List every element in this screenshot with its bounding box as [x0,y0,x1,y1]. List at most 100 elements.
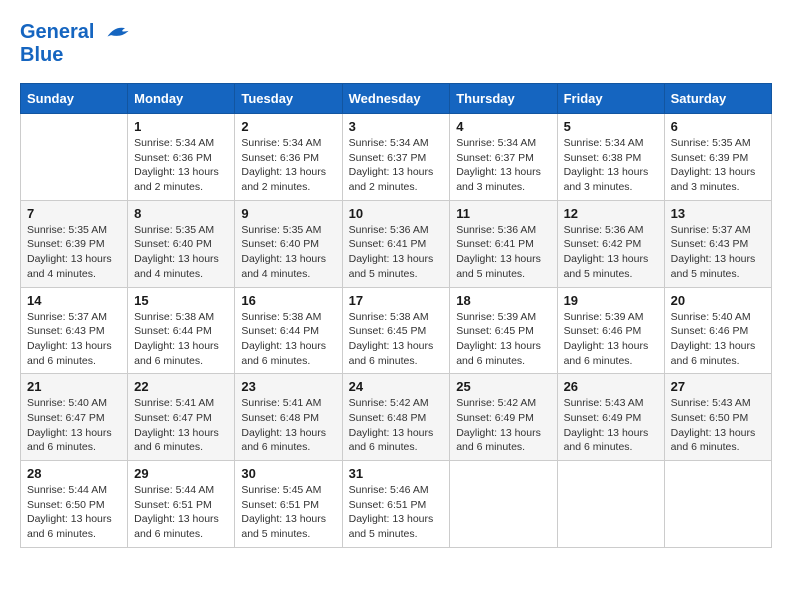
logo: General Blue [20,20,132,67]
col-header-monday: Monday [128,84,235,114]
col-header-saturday: Saturday [664,84,771,114]
day-info: Sunrise: 5:41 AMSunset: 6:48 PMDaylight:… [241,396,335,455]
day-number: 14 [27,293,121,308]
day-info: Sunrise: 5:40 AMSunset: 6:47 PMDaylight:… [27,396,121,455]
day-info: Sunrise: 5:38 AMSunset: 6:44 PMDaylight:… [241,310,335,369]
day-info: Sunrise: 5:36 AMSunset: 6:41 PMDaylight:… [349,223,444,282]
day-number: 19 [564,293,658,308]
day-cell: 6 Sunrise: 5:35 AMSunset: 6:39 PMDaylight… [664,114,771,201]
day-cell: 3Sunrise: 5:34 AMSunset: 6:37 PMDaylight… [342,114,450,201]
day-number: 8 [134,206,228,221]
day-cell: 24 Sunrise: 5:42 AMSunset: 6:48 PMDayligh… [342,374,450,461]
day-number: 11 [456,206,550,221]
day-cell: 11 Sunrise: 5:36 AMSunset: 6:41 PMDayligh… [450,200,557,287]
day-info: Sunrise: 5:36 AMSunset: 6:41 PMDaylight:… [456,223,550,282]
calendar-table: SundayMondayTuesdayWednesdayThursdayFrid… [20,83,772,548]
day-cell [557,461,664,548]
day-number: 15 [134,293,228,308]
day-info: Sunrise: 5:39 AMSunset: 6:46 PMDaylight:… [564,310,658,369]
day-info: Sunrise: 5:34 AMSunset: 6:37 PMDaylight:… [456,136,550,195]
day-cell: 30 Sunrise: 5:45 AMSunset: 6:51 PMDayligh… [235,461,342,548]
page-header: General Blue [20,20,772,67]
day-number: 29 [134,466,228,481]
day-info: Sunrise: 5:43 AMSunset: 6:49 PMDaylight:… [564,396,658,455]
day-number: 28 [27,466,121,481]
day-cell: 22 Sunrise: 5:41 AMSunset: 6:47 PMDayligh… [128,374,235,461]
day-cell: 25 Sunrise: 5:42 AMSunset: 6:49 PMDayligh… [450,374,557,461]
logo-bird-icon [104,22,132,44]
day-info: Sunrise: 5:35 AMSunset: 6:40 PMDaylight:… [241,223,335,282]
day-cell: 16 Sunrise: 5:38 AMSunset: 6:44 PMDayligh… [235,287,342,374]
day-info: Sunrise: 5:36 AMSunset: 6:42 PMDaylight:… [564,223,658,282]
day-cell: 4 Sunrise: 5:34 AMSunset: 6:37 PMDaylight… [450,114,557,201]
day-number: 7 [27,206,121,221]
day-cell: 12 Sunrise: 5:36 AMSunset: 6:42 PMDayligh… [557,200,664,287]
day-info: Sunrise: 5:40 AMSunset: 6:46 PMDaylight:… [671,310,765,369]
day-cell: 10 Sunrise: 5:36 AMSunset: 6:41 PMDayligh… [342,200,450,287]
day-number: 2 [241,119,335,134]
day-cell: 29Sunrise: 5:44 AMSunset: 6:51 PMDayligh… [128,461,235,548]
day-number: 22 [134,379,228,394]
day-cell: 14 Sunrise: 5:37 AMSunset: 6:43 PMDayligh… [21,287,128,374]
day-cell: 18Sunrise: 5:39 AMSunset: 6:45 PMDayligh… [450,287,557,374]
logo-blue: Blue [20,44,132,67]
day-cell [450,461,557,548]
day-info: Sunrise: 5:39 AMSunset: 6:45 PMDaylight:… [456,310,550,369]
calendar-header-row: SundayMondayTuesdayWednesdayThursdayFrid… [21,84,772,114]
day-info: Sunrise: 5:37 AMSunset: 6:43 PMDaylight:… [671,223,765,282]
day-info: Sunrise: 5:35 AMSunset: 6:40 PMDaylight:… [134,223,228,282]
day-number: 4 [456,119,550,134]
day-number: 12 [564,206,658,221]
day-cell: 5Sunrise: 5:34 AMSunset: 6:38 PMDaylight… [557,114,664,201]
col-header-friday: Friday [557,84,664,114]
logo-text: General [20,20,132,44]
day-info: Sunrise: 5:34 AMSunset: 6:36 PMDaylight:… [134,136,228,195]
day-number: 23 [241,379,335,394]
day-cell [664,461,771,548]
day-cell: 26 Sunrise: 5:43 AMSunset: 6:49 PMDayligh… [557,374,664,461]
day-number: 16 [241,293,335,308]
day-cell: 13 Sunrise: 5:37 AMSunset: 6:43 PMDayligh… [664,200,771,287]
day-info: Sunrise: 5:42 AMSunset: 6:49 PMDaylight:… [456,396,550,455]
day-info: Sunrise: 5:35 AMSunset: 6:39 PMDaylight:… [671,136,765,195]
day-number: 25 [456,379,550,394]
day-cell: 2 Sunrise: 5:34 AMSunset: 6:36 PMDaylight… [235,114,342,201]
day-number: 31 [349,466,444,481]
day-info: Sunrise: 5:43 AMSunset: 6:50 PMDaylight:… [671,396,765,455]
day-cell: 1 Sunrise: 5:34 AMSunset: 6:36 PMDaylight… [128,114,235,201]
day-number: 20 [671,293,765,308]
day-info: Sunrise: 5:42 AMSunset: 6:48 PMDaylight:… [349,396,444,455]
day-cell: 15Sunrise: 5:38 AMSunset: 6:44 PMDayligh… [128,287,235,374]
day-number: 1 [134,119,228,134]
day-number: 6 [671,119,765,134]
logo-general: General [20,21,94,43]
col-header-sunday: Sunday [21,84,128,114]
day-info: Sunrise: 5:41 AMSunset: 6:47 PMDaylight:… [134,396,228,455]
day-cell: 27 Sunrise: 5:43 AMSunset: 6:50 PMDayligh… [664,374,771,461]
day-number: 17 [349,293,444,308]
col-header-wednesday: Wednesday [342,84,450,114]
day-info: Sunrise: 5:37 AMSunset: 6:43 PMDaylight:… [27,310,121,369]
day-info: Sunrise: 5:46 AMSunset: 6:51 PMDaylight:… [349,483,444,542]
day-number: 30 [241,466,335,481]
day-number: 24 [349,379,444,394]
day-cell: 23 Sunrise: 5:41 AMSunset: 6:48 PMDayligh… [235,374,342,461]
day-cell: 7 Sunrise: 5:35 AMSunset: 6:39 PMDaylight… [21,200,128,287]
day-cell [21,114,128,201]
day-info: Sunrise: 5:35 AMSunset: 6:39 PMDaylight:… [27,223,121,282]
day-number: 26 [564,379,658,394]
day-info: Sunrise: 5:45 AMSunset: 6:51 PMDaylight:… [241,483,335,542]
day-number: 27 [671,379,765,394]
week-row-2: 7 Sunrise: 5:35 AMSunset: 6:39 PMDaylight… [21,200,772,287]
day-cell: 21Sunrise: 5:40 AMSunset: 6:47 PMDayligh… [21,374,128,461]
day-info: Sunrise: 5:34 AMSunset: 6:36 PMDaylight:… [241,136,335,195]
col-header-thursday: Thursday [450,84,557,114]
day-number: 13 [671,206,765,221]
day-cell: 8 Sunrise: 5:35 AMSunset: 6:40 PMDaylight… [128,200,235,287]
day-number: 10 [349,206,444,221]
week-row-3: 14 Sunrise: 5:37 AMSunset: 6:43 PMDayligh… [21,287,772,374]
day-number: 5 [564,119,658,134]
week-row-5: 28Sunrise: 5:44 AMSunset: 6:50 PMDayligh… [21,461,772,548]
day-number: 9 [241,206,335,221]
day-info: Sunrise: 5:34 AMSunset: 6:37 PMDaylight:… [349,136,444,195]
